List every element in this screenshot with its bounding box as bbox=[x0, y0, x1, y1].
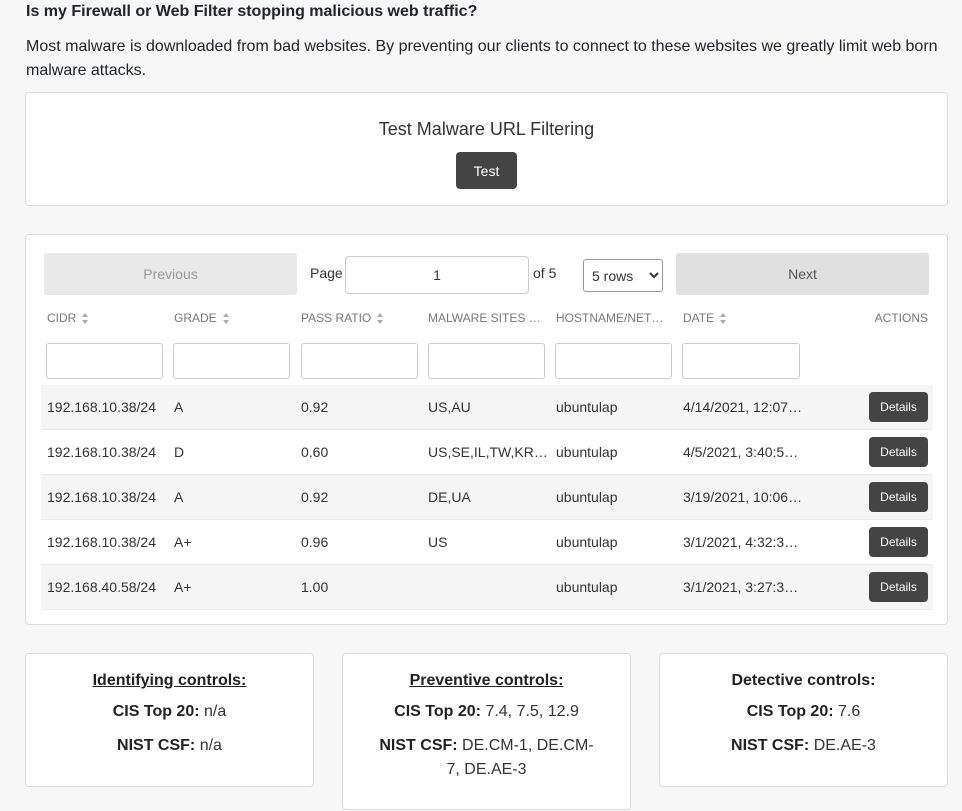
cis-value: 7.4, 7.5, 12.9 bbox=[485, 703, 579, 720]
filter-pass-ratio-input[interactable] bbox=[301, 343, 418, 379]
identifying-controls-card: Identifying controls: CIS Top 20: n/a NI… bbox=[25, 653, 314, 787]
page-heading: Is my Firewall or Web Filter stopping ma… bbox=[26, 3, 478, 20]
details-button[interactable]: Details bbox=[869, 437, 928, 467]
cis-label: CIS Top 20: bbox=[394, 703, 481, 720]
table-row: 192.168.40.58/24 A+ 1.00 ubuntulap 3/1/2… bbox=[41, 565, 933, 610]
page-number-input[interactable] bbox=[345, 256, 529, 294]
header-hostname[interactable]: HOSTNAME/NETW… bbox=[556, 311, 668, 325]
nist-label: NIST CSF: bbox=[379, 737, 458, 754]
nist-value: DE.CM-1, DE.CM-7, DE.AE-3 bbox=[446, 737, 594, 778]
previous-button[interactable]: Previous bbox=[44, 253, 297, 295]
cell-date: 4/5/2021, 3:40:5… bbox=[683, 444, 799, 460]
header-actions: ACTIONS bbox=[874, 311, 928, 325]
nist-line: NIST CSF: n/a bbox=[26, 734, 313, 758]
cell-hostname: ubuntulap bbox=[556, 534, 618, 550]
cell-pass-ratio: 1.00 bbox=[301, 579, 329, 595]
cell-hostname: ubuntulap bbox=[556, 489, 618, 505]
cis-label: CIS Top 20: bbox=[112, 703, 200, 720]
results-table-card: Previous Page of 5 5 rows Next CIDR GRAD… bbox=[25, 234, 948, 625]
cis-line: CIS Top 20: 7.6 bbox=[660, 700, 947, 724]
cell-malware-sites: US,AU bbox=[428, 399, 471, 415]
cell-malware-sites: US,SE,IL,TW,KR,BZ bbox=[428, 444, 548, 460]
cell-pass-ratio: 0.96 bbox=[301, 534, 329, 550]
identifying-controls-title[interactable]: Identifying controls: bbox=[26, 672, 313, 690]
filter-hostname-input[interactable] bbox=[555, 343, 672, 379]
table-row: 192.168.10.38/24 D 0.60 US,SE,IL,TW,KR,B… bbox=[41, 430, 933, 475]
test-card-title: Test Malware URL Filtering bbox=[378, 119, 595, 139]
cell-date: 3/1/2021, 4:32:3… bbox=[683, 534, 799, 550]
cell-cidr: 192.168.10.38/24 bbox=[47, 534, 156, 550]
header-pass-ratio[interactable]: PASS RATIO bbox=[301, 311, 416, 325]
nist-line: NIST CSF: DE.CM-1, DE.CM-7, DE.AE-3 bbox=[343, 734, 630, 782]
cell-date: 3/1/2021, 3:27:3… bbox=[683, 579, 799, 595]
table-header: CIDR GRADE PASS RATIO MALWARE SITES GE… … bbox=[41, 311, 933, 331]
cell-grade: A bbox=[174, 489, 184, 505]
header-malware-sites[interactable]: MALWARE SITES GE… bbox=[428, 311, 546, 325]
nist-label: NIST CSF: bbox=[731, 737, 810, 754]
table-row: 192.168.10.38/24 A+ 0.96 US ubuntulap 3/… bbox=[41, 520, 933, 565]
preventive-controls-title[interactable]: Preventive controls: bbox=[343, 672, 630, 690]
cell-grade: A+ bbox=[174, 534, 192, 550]
details-button[interactable]: Details bbox=[869, 482, 928, 512]
sort-icon bbox=[720, 313, 727, 325]
cell-cidr: 192.168.10.38/24 bbox=[47, 399, 156, 415]
details-button[interactable]: Details bbox=[869, 392, 928, 422]
header-grade[interactable]: GRADE bbox=[174, 311, 289, 325]
page-count-label: of 5 bbox=[533, 265, 557, 281]
rows-per-page-select[interactable]: 5 rows bbox=[583, 259, 663, 292]
header-cidr[interactable]: CIDR bbox=[47, 311, 162, 325]
details-button[interactable]: Details bbox=[869, 527, 928, 557]
cell-cidr: 192.168.10.38/24 bbox=[47, 444, 156, 460]
test-card: Test Malware URL Filtering Test bbox=[25, 92, 948, 206]
cell-pass-ratio: 0.92 bbox=[301, 399, 329, 415]
cell-pass-ratio: 0.60 bbox=[301, 444, 329, 460]
details-button[interactable]: Details bbox=[869, 572, 928, 602]
filter-row bbox=[46, 343, 926, 380]
filter-malware-sites-input[interactable] bbox=[428, 343, 545, 379]
table-row: 192.168.10.38/24 A 0.92 DE,UA ubuntulap … bbox=[41, 475, 933, 520]
cis-line: CIS Top 20: n/a bbox=[26, 700, 313, 724]
sort-icon bbox=[377, 313, 384, 325]
cell-pass-ratio: 0.92 bbox=[301, 489, 329, 505]
cell-date: 4/14/2021, 12:07… bbox=[683, 399, 803, 415]
cell-malware-sites: DE,UA bbox=[428, 489, 471, 505]
nist-value: DE.AE-3 bbox=[813, 737, 876, 754]
cis-value: n/a bbox=[204, 703, 227, 720]
nist-line: NIST CSF: DE.AE-3 bbox=[660, 734, 947, 758]
pagination: Previous Page of 5 5 rows Next bbox=[44, 253, 930, 296]
detective-controls-card: Detective controls: CIS Top 20: 7.6 NIST… bbox=[659, 653, 948, 787]
cis-label: CIS Top 20: bbox=[746, 703, 834, 720]
cis-line: CIS Top 20: 7.4, 7.5, 12.9 bbox=[343, 700, 630, 724]
filter-grade-input[interactable] bbox=[173, 343, 290, 379]
cell-hostname: ubuntulap bbox=[556, 444, 618, 460]
preventive-controls-card: Preventive controls: CIS Top 20: 7.4, 7.… bbox=[342, 653, 631, 810]
table-body: 192.168.10.38/24 A 0.92 US,AU ubuntulap … bbox=[41, 385, 933, 610]
intro-text: Most malware is downloaded from bad webs… bbox=[26, 38, 938, 79]
cell-hostname: ubuntulap bbox=[556, 579, 618, 595]
filter-date-input[interactable] bbox=[682, 343, 800, 379]
cell-date: 3/19/2021, 10:06… bbox=[683, 489, 803, 505]
cell-grade: A+ bbox=[174, 579, 192, 595]
cell-grade: A bbox=[174, 399, 184, 415]
cell-cidr: 192.168.40.58/24 bbox=[47, 579, 156, 595]
detective-controls-title: Detective controls: bbox=[731, 672, 876, 689]
filter-cidr-input[interactable] bbox=[46, 343, 163, 379]
cis-value: 7.6 bbox=[838, 703, 861, 720]
cell-cidr: 192.168.10.38/24 bbox=[47, 489, 156, 505]
test-button[interactable]: Test bbox=[456, 152, 517, 189]
header-date[interactable]: DATE bbox=[683, 311, 798, 325]
cell-grade: D bbox=[174, 444, 185, 460]
table-row: 192.168.10.38/24 A 0.92 US,AU ubuntulap … bbox=[41, 385, 933, 430]
sort-icon bbox=[222, 313, 230, 325]
nist-label: NIST CSF: bbox=[117, 737, 196, 754]
cell-hostname: ubuntulap bbox=[556, 399, 618, 415]
page-label: Page bbox=[310, 265, 343, 281]
nist-value: n/a bbox=[199, 737, 222, 754]
sort-icon bbox=[82, 313, 89, 325]
next-button[interactable]: Next bbox=[676, 253, 929, 295]
cell-malware-sites: US bbox=[428, 534, 448, 550]
